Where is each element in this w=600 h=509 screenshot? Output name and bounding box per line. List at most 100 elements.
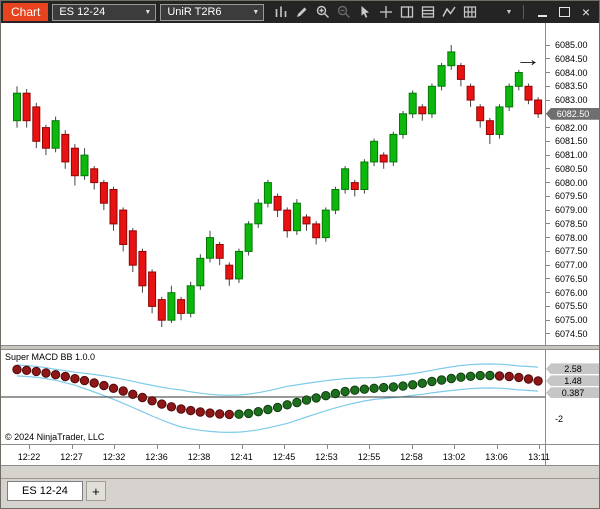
series-dropdown[interactable]: UniR T2R6 ▼ [160,4,264,21]
macd-dot [22,366,30,374]
macd-dot [437,376,445,384]
indicator-axis[interactable]: -22.581.480.387 [545,350,599,444]
tab-es-12-24[interactable]: ES 12-24 [7,481,83,501]
candle-body [139,251,146,285]
last-price-badge: 6082.50 [546,108,600,120]
toolbar [271,3,480,21]
indicator-panel: Super MACD BB 1.0.0 © 2024 NinjaTrader, … [1,350,599,444]
macd-dot [524,375,532,383]
indicator-value-badge: 0.387 [546,387,600,398]
macd-dot [61,372,69,380]
price-axis-tick [546,86,550,87]
more-options-button[interactable]: ▼ [502,9,516,16]
candle-body [71,148,78,176]
candle-body [390,134,397,162]
tab-bar: ES 12-24 + [1,478,599,504]
macd-dot [100,381,108,389]
candle-body [226,265,233,279]
drawing-tools-button[interactable] [292,3,312,21]
macd-dot [399,382,407,390]
instrument-dropdown[interactable]: ES 12-24 ▼ [52,4,156,21]
candle-body [351,183,358,190]
time-axis-label: 13:02 [443,452,466,462]
price-axis-tick [546,251,550,252]
candle-body [428,86,435,114]
add-tab-button[interactable]: + [86,481,106,501]
candle-body [361,162,368,190]
candle-body [110,190,117,224]
macd-dot [486,371,494,379]
price-axis-tick [546,210,550,211]
macd-dot [466,372,474,380]
price-axis-label: 6085.00 [555,40,588,50]
indicator-plot[interactable] [1,350,545,444]
zoom-in-button[interactable] [313,3,333,21]
price-axis[interactable]: 6082.50 6085.006084.506084.006083.506083… [545,23,599,345]
candle-body [332,190,339,211]
chart-style-button[interactable] [271,3,291,21]
indicators-button[interactable] [418,3,438,21]
chart-trader-button[interactable] [397,3,417,21]
close-button[interactable]: × [575,2,597,22]
macd-dot [32,367,40,375]
macd-dot [457,373,465,381]
macd-dot [187,406,195,414]
price-axis-label: 6075.00 [555,315,588,325]
time-axis-label: 12:41 [230,452,253,462]
candle-body [62,134,69,162]
minimize-button[interactable] [531,2,553,22]
candle-body [91,169,98,183]
zoom-out-button[interactable] [334,3,354,21]
time-axis-tick [412,445,413,449]
candle-body [168,293,175,321]
price-axis-tick [546,196,550,197]
price-axis-label: 6079.50 [555,191,588,201]
maximize-icon [559,7,570,17]
right-arrow-annotation[interactable]: → [515,49,541,72]
price-axis-label: 6074.50 [555,329,588,339]
candle-body [264,183,271,204]
candle-body [342,169,349,190]
macd-dot [177,405,185,413]
price-axis-label: 6075.50 [555,301,588,311]
candle-body [486,121,493,135]
candle-body [81,155,88,176]
crosshair-button[interactable] [376,3,396,21]
cursor-button[interactable] [355,3,375,21]
time-axis-tick [157,445,158,449]
indicators-icon [420,4,436,20]
price-axis-tick [546,237,550,238]
candle-body [43,128,50,149]
time-axis[interactable]: 12:2212:2712:3212:3612:3812:4112:4512:53… [1,444,599,466]
cursor-icon [357,4,373,20]
price-axis-label: 6079.00 [555,205,588,215]
macd-dot [129,390,137,398]
candle-body [525,86,532,100]
copyright-text: © 2024 NinjaTrader, LLC [5,432,104,442]
price-axis-label: 6084.00 [555,68,588,78]
candle-body [178,300,185,314]
candle-body [400,114,407,135]
maximize-button[interactable] [553,2,575,22]
macd-dot [196,408,204,416]
chevron-down-icon: ▼ [252,9,259,16]
macd-dot [418,379,426,387]
candle-body [448,52,455,66]
time-axis-label: 12:36 [145,452,168,462]
macd-dot [312,394,320,402]
time-axis-label: 13:11 [528,452,550,462]
macd-dot [138,393,146,401]
time-axis-tick [29,445,30,449]
time-axis-label: 12:22 [18,452,41,462]
price-axis-tick [546,168,550,169]
time-axis-tick [539,445,540,449]
macd-dot [515,373,523,381]
data-grid-icon [462,4,478,20]
zigzag-button[interactable] [439,3,459,21]
candle-body [409,93,416,114]
main-chart-plot[interactable] [1,23,545,345]
macd-dot [380,383,388,391]
time-axis-label: 12:45 [273,452,296,462]
price-axis-label: 6077.00 [555,260,588,270]
data-grid-button[interactable] [460,3,480,21]
